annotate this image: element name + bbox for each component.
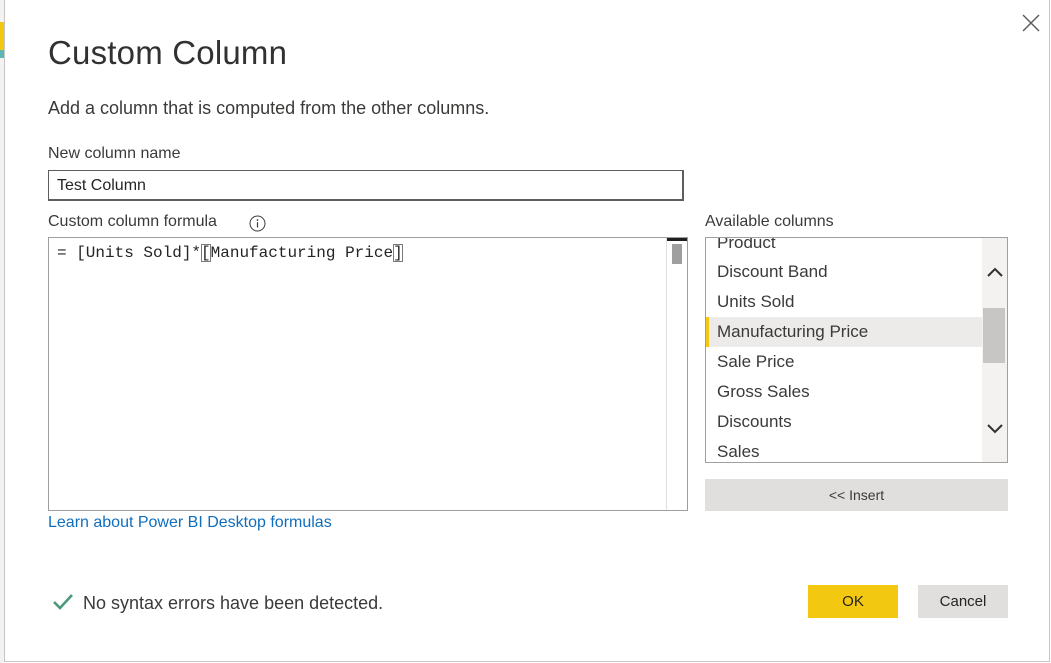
- formula-editor[interactable]: = [Units Sold]*[Manufacturing Price]: [48, 237, 688, 511]
- checkmark-icon: [51, 590, 75, 614]
- list-item-sales[interactable]: Sales: [706, 437, 982, 462]
- column-name-input[interactable]: [48, 170, 684, 201]
- list-item-gross-sales[interactable]: Gross Sales: [706, 377, 982, 407]
- formula-scrollbar-top-marker: [667, 238, 687, 241]
- bracket-open-highlight: [: [201, 244, 211, 262]
- available-columns-label: Available columns: [705, 213, 834, 230]
- list-item-product[interactable]: Product: [706, 238, 982, 258]
- custom-column-dialog: Custom Column Add a column that is compu…: [4, 0, 1050, 662]
- learn-formulas-link[interactable]: Learn about Power BI Desktop formulas: [48, 514, 332, 532]
- list-item-discount-band[interactable]: Discount Band: [706, 257, 982, 287]
- formula-column-ref: Manufacturing Price: [210, 244, 394, 262]
- close-icon[interactable]: [1020, 12, 1042, 34]
- formula-text[interactable]: = [Units Sold]*[Manufacturing Price]: [57, 244, 403, 262]
- available-columns-scrollbar[interactable]: [982, 238, 1007, 462]
- formula-label: Custom column formula: [48, 213, 217, 230]
- ok-button[interactable]: OK: [808, 585, 898, 618]
- column-name-label: New column name: [48, 145, 181, 162]
- available-columns-scrollbar-thumb[interactable]: [983, 308, 1005, 363]
- page: Custom Column Add a column that is compu…: [0, 0, 1051, 663]
- formula-prefix: = [Units Sold]*: [57, 244, 202, 262]
- available-columns-list[interactable]: Product Discount Band Units Sold Manufac…: [705, 237, 1008, 463]
- syntax-status-text: No syntax errors have been detected.: [83, 593, 384, 613]
- chevron-down-icon[interactable]: [985, 419, 1005, 439]
- list-item-units-sold[interactable]: Units Sold: [706, 287, 982, 317]
- info-icon[interactable]: [249, 215, 266, 232]
- cancel-button[interactable]: Cancel: [918, 585, 1008, 618]
- bracket-close-highlight: ]: [393, 244, 403, 262]
- dialog-title: Custom Column: [48, 34, 288, 71]
- list-item-discounts[interactable]: Discounts: [706, 407, 982, 437]
- formula-scrollbar-thumb[interactable]: [672, 244, 682, 264]
- list-item-sale-price[interactable]: Sale Price: [706, 347, 982, 377]
- insert-button[interactable]: << Insert: [705, 479, 1008, 511]
- formula-scrollbar[interactable]: [666, 238, 687, 510]
- chevron-up-icon[interactable]: [985, 262, 1005, 282]
- list-item-manufacturing-price[interactable]: Manufacturing Price: [706, 317, 982, 347]
- dialog-subtitle: Add a column that is computed from the o…: [48, 98, 490, 118]
